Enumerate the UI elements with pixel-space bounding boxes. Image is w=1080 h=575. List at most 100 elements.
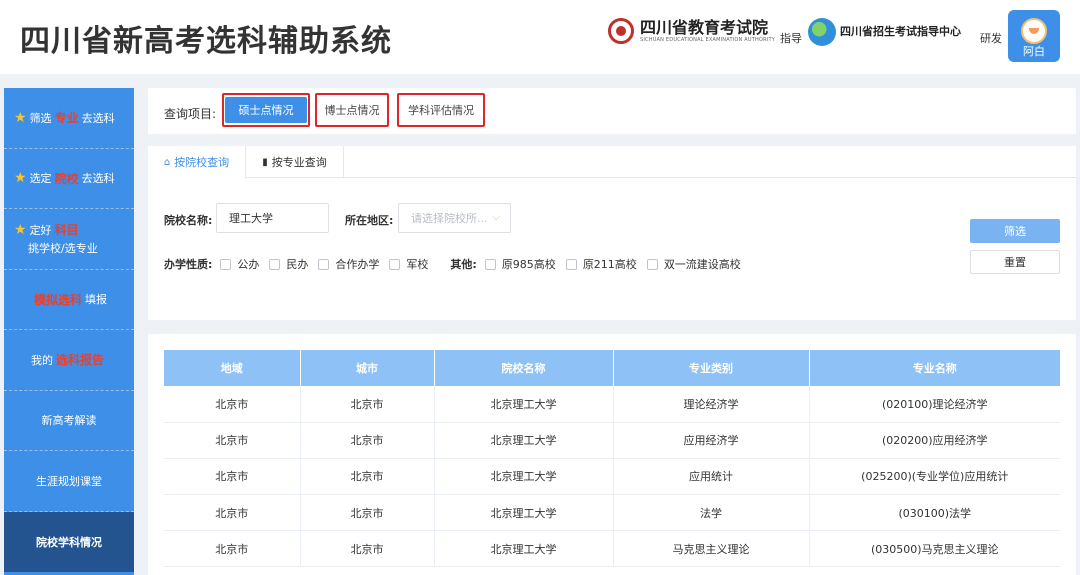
- table-cell: 北京理工大学: [434, 422, 614, 459]
- table-cell: 北京市: [300, 530, 435, 568]
- sidebar-item-career-class[interactable]: 生涯规划课堂: [4, 451, 134, 512]
- filter-button[interactable]: 筛选: [970, 219, 1060, 243]
- table-cell: 北京理工大学: [434, 386, 614, 423]
- table-row[interactable]: 北京市 北京市 北京理工大学 理论经济学 (020100)理论经济学: [164, 386, 1060, 423]
- table-cell: 北京理工大学: [434, 458, 614, 496]
- table-cell: 北京理工大学: [434, 530, 614, 568]
- nature-label: 办学性质:: [164, 258, 213, 271]
- nature-military-checkbox[interactable]: 军校: [389, 256, 428, 272]
- nature-cooperative-checkbox[interactable]: 合作办学: [318, 256, 379, 272]
- other-double-first-class-checkbox[interactable]: 双一流建设高校: [646, 256, 741, 272]
- checkbox-label: 原211高校: [582, 258, 637, 271]
- column-header[interactable]: 地域: [164, 350, 301, 386]
- nature-public-checkbox[interactable]: 公办: [220, 256, 259, 272]
- subject-evaluation-button[interactable]: 学科评估情况: [397, 93, 485, 127]
- star-icon: ★: [14, 109, 27, 126]
- sidebar-item-suffix: 填报: [85, 293, 107, 307]
- filter-panel: ⌂ 按院校查询 ▮ 按专业查询 院校名称: 理工大学 所在地区: 请选择院校所.…: [148, 146, 1076, 320]
- checkbox-label: 公办: [237, 258, 260, 271]
- org1-name: 四川省教育考试院: [640, 17, 769, 37]
- query-tabs: ⌂ 按院校查询 ▮ 按专业查询: [148, 146, 1076, 179]
- table-cell: 应用统计: [613, 458, 810, 496]
- region-select[interactable]: 请选择院校所... ⌵: [398, 203, 511, 233]
- sidebar-item-highlight: 科目: [54, 223, 79, 238]
- table-cell: (020100)理论经济学: [809, 386, 1060, 423]
- region-label: 所在地区:: [345, 214, 394, 227]
- query-bar: 查询项目: 硕士点情况 博士点情况 学科评估情况: [148, 88, 1076, 134]
- checkbox-label: 军校: [406, 258, 429, 271]
- table-cell: 北京市: [300, 422, 435, 459]
- org1-brand: 四川省教育考试院 SICHUAN EDUCATIONAL EXAMINATION…: [608, 18, 775, 44]
- guidance-center-logo-icon: [808, 18, 836, 46]
- table-cell: 应用经济学: [613, 422, 810, 459]
- column-header[interactable]: 院校名称: [434, 350, 614, 386]
- sidebar-item-highlight: 模拟选科: [33, 292, 82, 307]
- table-header-row: 地域 城市 院校名称 专业类别 专业名称: [164, 350, 1060, 386]
- org2-name: 四川省招生考试指导中心: [840, 25, 961, 38]
- table-cell: 北京市: [164, 458, 301, 496]
- sidebar-item-label: 生涯规划课堂: [36, 474, 102, 488]
- sidebar-item-gaokao-guide[interactable]: 新高考解读: [4, 391, 134, 451]
- sidebar-item-prefix: 我的: [30, 353, 53, 367]
- sidebar-item-filter-major[interactable]: ★ 筛选 专业 去选科: [4, 88, 134, 149]
- sidebar-item-suffix: 去选科: [81, 111, 115, 125]
- checkbox-label: 双一流建设高校: [663, 258, 741, 271]
- dev-label: 研发: [980, 32, 1002, 45]
- sidebar-item-prefix: 筛选: [29, 111, 52, 125]
- tab-by-major[interactable]: ▮ 按专业查询: [246, 146, 344, 178]
- app-header: 四川省新高考选科辅助系统 四川省教育考试院 SICHUAN EDUCATIONA…: [0, 0, 1080, 74]
- sidebar-item-line2: 挑学校/选专业: [28, 242, 98, 256]
- sidebar-item-prefix: 选定: [29, 172, 52, 186]
- query-label: 查询项目:: [164, 107, 217, 121]
- avatar: [1021, 18, 1047, 44]
- checkbox-label: 合作办学: [335, 258, 380, 271]
- home-icon: ⌂: [163, 156, 171, 168]
- sidebar-item-prefix: 定好: [29, 223, 52, 237]
- sidebar-item-highlight: 院校: [54, 171, 79, 186]
- results-table: 地域 城市 院校名称 专业类别 专业名称 北京市 北京市 北京理工大学 理论经济…: [164, 350, 1060, 568]
- column-header[interactable]: 专业类别: [613, 350, 810, 386]
- reset-button[interactable]: 重置: [970, 250, 1060, 274]
- checkbox-label: 原985高校: [501, 258, 556, 271]
- tab-by-school-label: 按院校查询: [174, 156, 230, 169]
- user-profile-button[interactable]: 阿白: [1008, 10, 1060, 62]
- master-program-button[interactable]: 硕士点情况: [222, 93, 310, 127]
- table-cell: 北京市: [164, 422, 301, 459]
- sidebar-item-highlight: 选科报告: [55, 353, 104, 368]
- org2-brand: 四川省招生考试指导中心: [808, 18, 961, 46]
- checkbox-label: 民办: [286, 258, 309, 271]
- table-cell: 北京市: [164, 530, 301, 568]
- table-cell: 北京市: [164, 386, 301, 423]
- column-header[interactable]: 城市: [300, 350, 435, 386]
- school-name-label: 院校名称:: [164, 214, 213, 227]
- star-icon: ★: [14, 221, 27, 238]
- table-cell: 马克思主义理论: [613, 530, 810, 568]
- doctoral-program-button[interactable]: 博士点情况: [315, 93, 389, 127]
- other-211-checkbox[interactable]: 原211高校: [565, 256, 637, 272]
- table-row[interactable]: 北京市 北京市 北京理工大学 马克思主义理论 (030500)马克思主义理论: [164, 530, 1060, 568]
- exam-authority-logo-icon: [608, 18, 634, 44]
- table-cell: 法学: [613, 494, 810, 532]
- other-985-checkbox[interactable]: 原985高校: [484, 256, 556, 272]
- nature-private-checkbox[interactable]: 民办: [269, 256, 308, 272]
- subject-evaluation-label: 学科评估情况: [408, 104, 474, 117]
- sidebar-item-school-subjects[interactable]: 院校学科情况: [4, 511, 134, 572]
- star-icon: ★: [14, 170, 27, 187]
- table-row[interactable]: 北京市 北京市 北京理工大学 应用统计 (025200)(专业学位)应用统计: [164, 458, 1060, 496]
- sidebar-item-simulate[interactable]: 模拟选科 填报: [4, 270, 134, 330]
- table-row[interactable]: 北京市 北京市 北京理工大学 法学 (030100)法学: [164, 494, 1060, 532]
- app-title: 四川省新高考选科辅助系统: [20, 24, 392, 59]
- table-cell: 北京市: [164, 494, 301, 532]
- results-panel: 地域 城市 院校名称 专业类别 专业名称 北京市 北京市 北京理工大学 理论经济…: [148, 334, 1076, 575]
- table-cell: 北京市: [300, 494, 435, 532]
- column-header[interactable]: 专业名称: [809, 350, 1060, 386]
- sidebar-item-choose-subjects[interactable]: ★ 定好 科目 挑学校/选专业: [4, 209, 134, 270]
- sidebar-item-select-school[interactable]: ★ 选定 院校 去选科: [4, 149, 134, 209]
- sidebar: ★ 筛选 专业 去选科 ★ 选定 院校 去选科 ★ 定好 科目 挑学校/选专业 …: [4, 88, 134, 575]
- sidebar-item-my-report[interactable]: 我的 选科报告: [4, 330, 134, 391]
- sidebar-item-suffix: 去选科: [81, 172, 115, 186]
- school-name-input[interactable]: 理工大学: [216, 203, 329, 233]
- table-row[interactable]: 北京市 北京市 北京理工大学 应用经济学 (020200)应用经济学: [164, 422, 1060, 459]
- tab-by-school[interactable]: ⌂ 按院校查询: [148, 146, 246, 179]
- org1-english: SICHUAN EDUCATIONAL EXAMINATION AUTHORIT…: [640, 36, 775, 43]
